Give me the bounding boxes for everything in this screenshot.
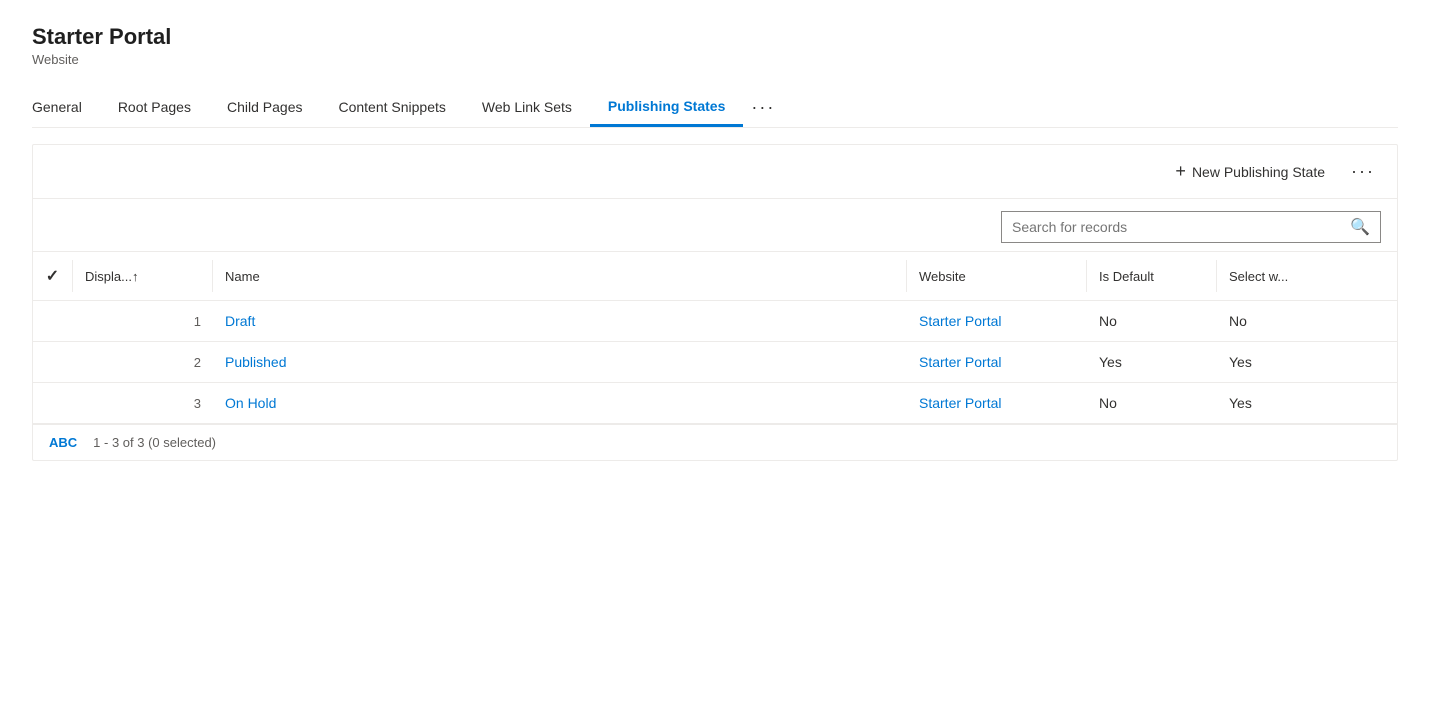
- row-check[interactable]: [33, 309, 73, 333]
- row-check[interactable]: [33, 350, 73, 374]
- table-footer: ABC 1 - 3 of 3 (0 selected): [33, 424, 1397, 460]
- new-publishing-state-button[interactable]: + New Publishing State: [1167, 157, 1333, 186]
- toolbar-more-button[interactable]: ···: [1345, 157, 1381, 186]
- footer-count: 1 - 3 of 3 (0 selected): [93, 435, 216, 450]
- col-select-w-label: Select w...: [1229, 269, 1288, 284]
- row-num: 2: [73, 343, 213, 382]
- tab-child-pages[interactable]: Child Pages: [209, 89, 321, 127]
- row-select-w: Yes: [1217, 342, 1397, 382]
- panel-toolbar: + New Publishing State ···: [33, 145, 1397, 199]
- tab-web-link-sets[interactable]: Web Link Sets: [464, 89, 590, 127]
- content-panel: + New Publishing State ··· 🔍 ✓ Displa...…: [32, 144, 1398, 461]
- more-tabs-button[interactable]: ···: [743, 87, 783, 128]
- col-display[interactable]: Displa...↑: [73, 260, 213, 292]
- col-select-w[interactable]: Select w...: [1217, 260, 1397, 292]
- row-website[interactable]: Starter Portal: [907, 301, 1087, 341]
- table-header: ✓ Displa...↑ Name Website Is Default Sel…: [33, 252, 1397, 301]
- col-name-label: Name: [225, 269, 260, 284]
- footer-abc[interactable]: ABC: [49, 435, 77, 450]
- row-check[interactable]: [33, 391, 73, 415]
- row-website[interactable]: Starter Portal: [907, 342, 1087, 382]
- app-subtitle: Website: [32, 52, 1398, 67]
- table-row: 2 Published Starter Portal Yes Yes: [33, 342, 1397, 383]
- check-icon: ✓: [46, 266, 59, 286]
- new-publishing-state-label: New Publishing State: [1192, 164, 1325, 180]
- row-name[interactable]: On Hold: [213, 383, 907, 423]
- tab-root-pages[interactable]: Root Pages: [100, 89, 209, 127]
- tabs-bar: General Root Pages Child Pages Content S…: [32, 87, 1398, 128]
- tab-general[interactable]: General: [32, 89, 100, 127]
- search-icon[interactable]: 🔍: [1350, 217, 1370, 237]
- col-website[interactable]: Website: [907, 260, 1087, 292]
- row-website[interactable]: Starter Portal: [907, 383, 1087, 423]
- search-box[interactable]: 🔍: [1001, 211, 1381, 243]
- col-website-label: Website: [919, 269, 966, 284]
- row-name[interactable]: Draft: [213, 301, 907, 341]
- row-is-default: No: [1087, 301, 1217, 341]
- tab-publishing-states[interactable]: Publishing States: [590, 88, 743, 127]
- table-row: 1 Draft Starter Portal No No: [33, 301, 1397, 342]
- row-name[interactable]: Published: [213, 342, 907, 382]
- app-title: Starter Portal: [32, 24, 1398, 50]
- col-display-label: Displa...↑: [85, 269, 138, 284]
- row-select-w: Yes: [1217, 383, 1397, 423]
- row-is-default: Yes: [1087, 342, 1217, 382]
- col-is-default[interactable]: Is Default: [1087, 260, 1217, 292]
- row-num: 3: [73, 384, 213, 423]
- col-name[interactable]: Name: [213, 260, 907, 292]
- col-check: ✓: [33, 260, 73, 292]
- tab-content-snippets[interactable]: Content Snippets: [320, 89, 463, 127]
- row-is-default: No: [1087, 383, 1217, 423]
- table-row: 3 On Hold Starter Portal No Yes: [33, 383, 1397, 424]
- row-num: 1: [73, 302, 213, 341]
- col-is-default-label: Is Default: [1099, 269, 1154, 284]
- search-area: 🔍: [33, 199, 1397, 252]
- plus-icon: +: [1175, 161, 1186, 182]
- row-select-w: No: [1217, 301, 1397, 341]
- search-input[interactable]: [1012, 219, 1350, 235]
